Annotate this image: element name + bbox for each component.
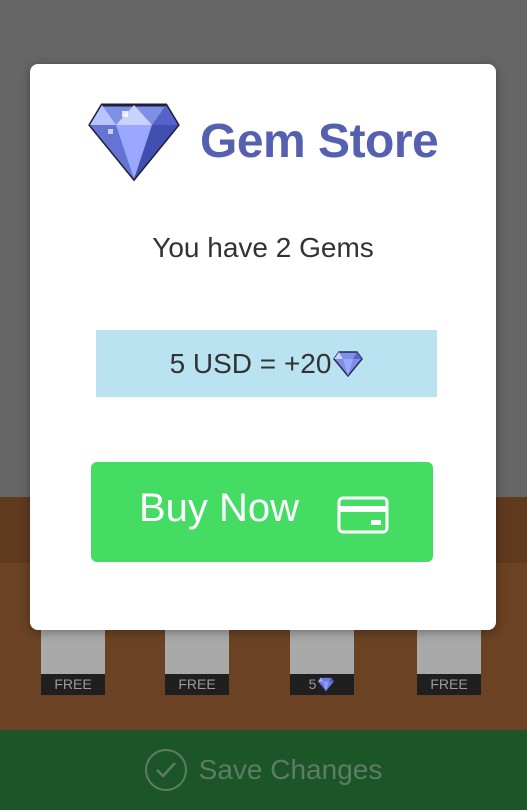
item-price-text: FREE (54, 676, 92, 692)
item-price-text: FREE (178, 676, 216, 692)
save-changes-label: Save Changes (198, 754, 383, 785)
gem-balance: You have 2 Gems (152, 232, 374, 263)
gem-icon (333, 350, 364, 377)
buy-now-button[interactable]: Buy Now (91, 462, 433, 562)
buy-now-label: Buy Now (139, 486, 300, 530)
modal-title: Gem Store (200, 114, 439, 168)
item-price-text: FREE (430, 676, 468, 692)
item-price: FREE (417, 674, 481, 695)
shop-item[interactable]: FREE (165, 628, 229, 695)
modal-header: Gem Store (88, 98, 439, 184)
gem-icon (88, 103, 180, 181)
gem-icon (317, 677, 336, 692)
item-price-text: 5 (308, 676, 317, 692)
item-thumbnail (41, 628, 105, 674)
shop-item[interactable]: 5 (290, 628, 354, 695)
price-offer-text: 5 USD = +20 (169, 347, 332, 379)
save-changes-button[interactable]: Save Changes (0, 730, 527, 810)
gem-store-modal: Gem Store You have 2 Gems 5 USD = +20 Bu… (30, 64, 496, 630)
price-offer: 5 USD = +20 (96, 330, 437, 397)
item-thumbnail (290, 628, 354, 674)
item-price: 5 (290, 674, 354, 695)
checkmark-icon (144, 749, 187, 791)
item-price: FREE (41, 674, 105, 695)
shop-item[interactable]: FREE (41, 628, 105, 695)
item-thumbnail (417, 628, 481, 674)
item-price: FREE (165, 674, 229, 695)
item-thumbnail (165, 628, 229, 674)
credit-card-icon (337, 496, 389, 534)
shop-item[interactable]: FREE (417, 628, 481, 695)
